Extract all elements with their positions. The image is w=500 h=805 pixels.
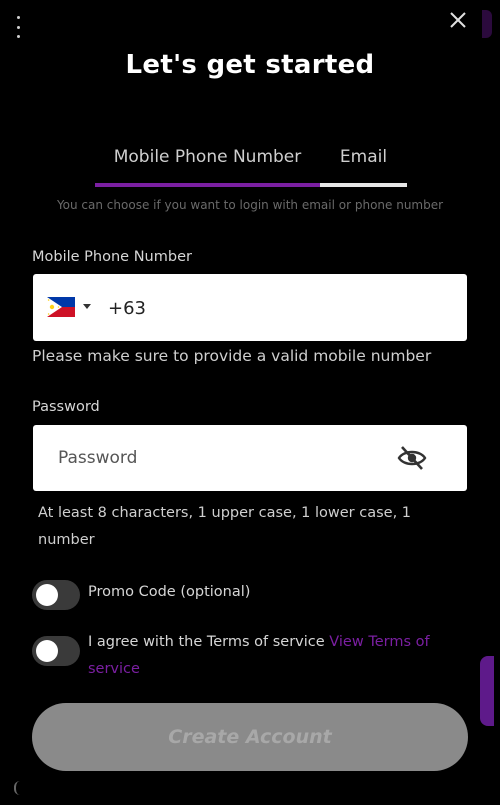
tab-email[interactable]: Email	[320, 140, 407, 180]
terms-agree-label: I agree with the Terms of service View T…	[88, 629, 458, 683]
tab-mobile-phone[interactable]: Mobile Phone Number	[95, 140, 320, 180]
password-field	[33, 425, 467, 491]
phone-field-label: Mobile Phone Number	[32, 249, 192, 265]
terms-agree-toggle[interactable]	[32, 636, 80, 666]
promo-code-label: Promo Code (optional)	[88, 584, 251, 600]
country-dropdown-caret-icon[interactable]	[83, 304, 91, 309]
philippines-flag-icon[interactable]	[47, 297, 75, 317]
side-drawer-handle[interactable]	[480, 656, 494, 726]
side-tab-handle	[482, 10, 492, 38]
eye-off-icon[interactable]	[397, 444, 427, 472]
password-field-label: Password	[32, 399, 100, 415]
edge-decoration	[14, 781, 22, 795]
login-method-tabs: Mobile Phone Number Email	[95, 140, 407, 188]
close-icon[interactable]	[446, 8, 470, 32]
inactive-tab-indicator	[320, 183, 407, 187]
promo-toggle-knob	[36, 584, 58, 606]
password-helper-text: At least 8 characters, 1 upper case, 1 l…	[38, 505, 412, 548]
signup-screen: Let's get started Mobile Phone Number Em…	[0, 0, 500, 805]
phone-number-input[interactable]	[108, 293, 438, 323]
password-input[interactable]	[58, 443, 388, 473]
promo-code-toggle[interactable]	[32, 580, 80, 610]
create-account-button[interactable]: Create Account	[32, 703, 468, 771]
more-options-icon[interactable]	[12, 16, 24, 38]
active-tab-indicator	[95, 183, 320, 187]
login-method-hint: You can choose if you want to login with…	[56, 198, 444, 212]
page-title: Let's get started	[125, 50, 375, 80]
phone-field	[33, 274, 467, 341]
terms-agree-text: I agree with the Terms of service	[88, 634, 325, 650]
terms-toggle-knob	[36, 640, 58, 662]
phone-helper-text: Please make sure to provide a valid mobi…	[32, 347, 432, 365]
